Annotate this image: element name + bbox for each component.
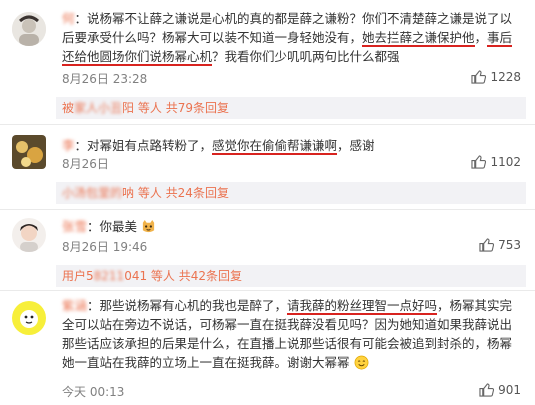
comment-text: 何：说杨幂不让薛之谦说是心机的真的都是薛之谦粉？你们不清楚薛之谦是说了以后要承受… <box>62 11 513 66</box>
smile-emoji-icon <box>354 355 368 370</box>
username[interactable]: 紫涵 <box>62 298 87 313</box>
comment-text: 张雪：你最美 <box>62 217 524 236</box>
thumbs-up-icon <box>479 383 495 397</box>
avatar[interactable] <box>12 12 46 46</box>
like-button[interactable]: 901 <box>479 383 521 397</box>
username[interactable]: 李 <box>62 138 75 153</box>
like-count: 1102 <box>490 155 521 169</box>
cat-face-emoji-icon <box>142 219 155 233</box>
like-count: 1228 <box>490 70 521 84</box>
comment-time: 8月26日 19:46 <box>62 240 148 254</box>
reply-count[interactable]: 共24条回复 <box>166 186 229 200</box>
like-count: 753 <box>498 238 521 252</box>
thumbs-up-icon <box>471 70 487 84</box>
avatar[interactable] <box>12 218 46 252</box>
reply-summary[interactable]: 小汤包里的呐 等人 共24条回复 <box>56 182 526 204</box>
reply-summary[interactable]: 用户58211041 等人 共42条回复 <box>56 265 526 287</box>
reply-user[interactable]: 用户5 <box>62 269 94 283</box>
thumbs-up-icon <box>471 155 487 169</box>
divider <box>0 209 535 210</box>
highlighted-text: 她去拦薛之谦保护他 <box>362 30 475 47</box>
reply-summary[interactable]: 被家人小丑阳 等人 共79条回复 <box>56 97 526 119</box>
username[interactable]: 张雪 <box>62 219 87 234</box>
like-button[interactable]: 1102 <box>471 155 521 169</box>
reply-user[interactable]: 被 <box>62 101 74 115</box>
divider <box>0 124 535 125</box>
like-count: 901 <box>498 383 521 397</box>
highlighted-text: 请我薛的粉丝理智一点好吗 <box>287 298 438 315</box>
reply-user[interactable]: 呐 等人 <box>122 186 162 200</box>
comment-text: 李：对幂姐有点路转粉了，感觉你在偷偷帮谦谦啊，感谢 <box>62 138 375 155</box>
divider <box>0 290 535 291</box>
comment-time: 8月26日 <box>62 157 109 171</box>
reply-count[interactable]: 共42条回复 <box>179 269 242 283</box>
thumbs-up-icon <box>479 238 495 252</box>
reply-count[interactable]: 共79条回复 <box>166 101 229 115</box>
avatar[interactable] <box>12 301 46 335</box>
like-button[interactable]: 1228 <box>471 70 521 84</box>
like-button[interactable]: 753 <box>479 238 521 252</box>
highlighted-text: 感觉你在偷偷帮谦谦啊 <box>212 138 338 155</box>
comment-time: 今天 00:13 <box>62 385 125 399</box>
comment-time: 8月26日 23:28 <box>62 72 148 86</box>
avatar[interactable] <box>12 135 46 169</box>
comment-text: 紫涵：那些说杨幂有心机的我也是醉了，请我薛的粉丝理智一点好吗，杨幂其实完全可以站… <box>62 298 513 370</box>
username[interactable]: 何 <box>62 11 75 26</box>
